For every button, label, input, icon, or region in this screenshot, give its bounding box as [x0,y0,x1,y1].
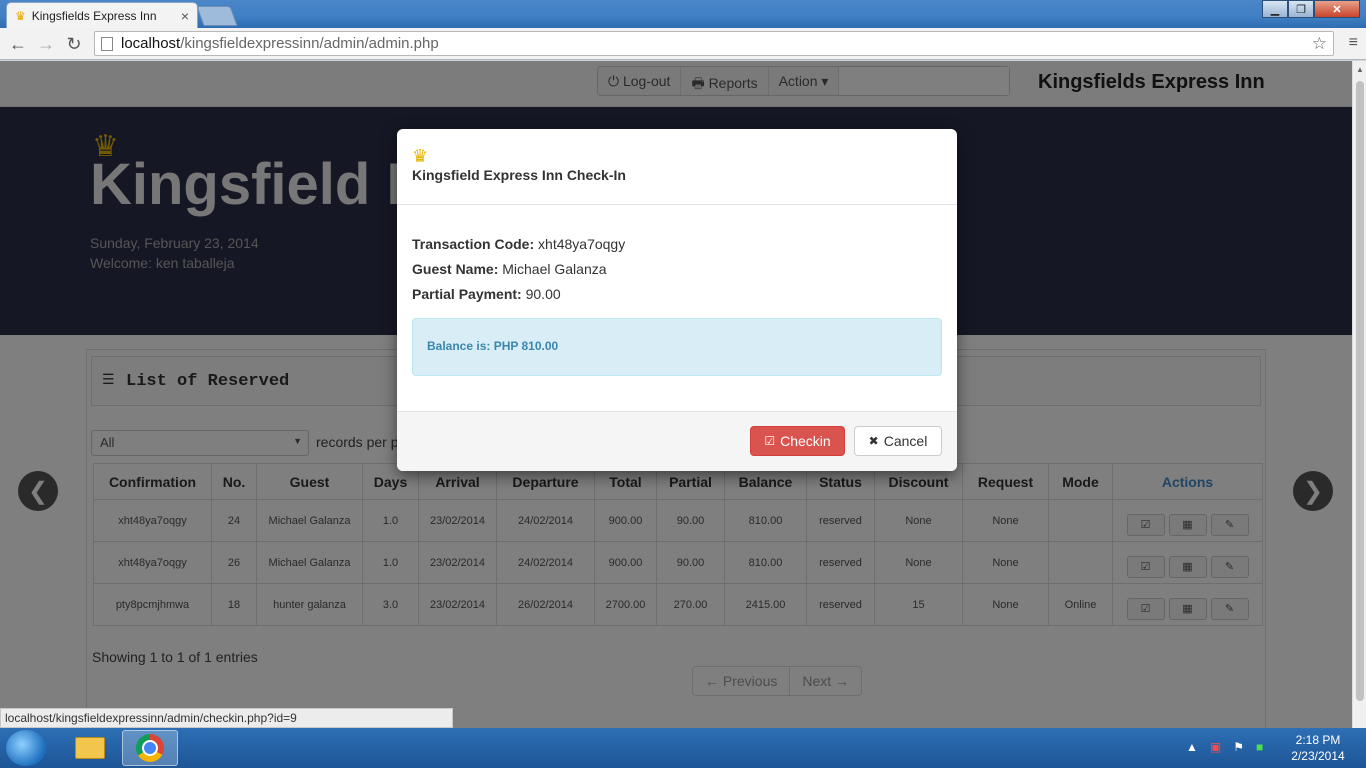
minimize-button[interactable]: ▁ [1262,0,1288,18]
maximize-button[interactable]: ❐ [1288,0,1314,18]
windows-taskbar: ▲ ▣ ⚑ ■ 2:18 PM 2/23/2014 [0,728,1366,768]
chrome-icon [136,734,164,762]
window-close-button[interactable]: ✕ [1314,0,1360,18]
web-page: ⏻ Log-out 🖶 Reports Action ▾ Kingsfields… [0,61,1352,728]
clock-date: 2/23/2014 [1291,749,1345,763]
window-controls: ▁ ❐ ✕ [1262,0,1360,18]
page-icon [101,36,113,51]
network-alert-icon[interactable]: ▣ [1210,740,1221,754]
browser-toolbar: ← → ↻ localhost /kingsfieldexpressinn/ad… [0,28,1366,60]
transaction-code-label: Transaction Code: [412,236,535,252]
taskbar-clock[interactable]: 2:18 PM 2/23/2014 [1282,732,1354,764]
system-tray: ▲ ▣ ⚑ ■ [1186,740,1263,754]
explorer-taskbar-button[interactable] [62,730,118,766]
guest-name-label: Guest Name: [412,261,499,277]
browser-tab[interactable]: ♛ Kingsfields Express Inn × [6,2,198,28]
cancel-label: Cancel [883,433,928,449]
check-square-icon: ☑ [764,434,776,448]
close-icon: ✖ [868,434,879,448]
new-tab-button[interactable] [196,6,238,26]
status-bar: localhost/kingsfieldexpressinn/admin/che… [0,708,453,728]
url-host: localhost [121,35,181,52]
partial-payment-value: 90.00 [525,286,561,302]
crown-favicon-icon: ♛ [15,8,26,23]
tab-title: Kingsfields Express Inn [31,8,157,23]
partial-payment-row: Partial Payment: 90.00 [412,286,561,302]
browser-menu-icon[interactable]: ≡ [1349,34,1358,52]
transaction-code-row: Transaction Code: xht48ya7oqgy [412,236,625,252]
page-scrollbar[interactable]: ▲ [1352,61,1366,728]
address-bar[interactable]: localhost /kingsfieldexpressinn/admin/ad… [94,31,1334,56]
modal-footer: ☑ Checkin ✖ Cancel [397,411,957,471]
guest-name-row: Guest Name: Michael Galanza [412,261,607,277]
flag-icon[interactable]: ⚑ [1233,740,1244,754]
start-button[interactable] [6,730,46,766]
modal-title: Kingsfield Express Inn Check-In [412,167,626,183]
clock-time: 2:18 PM [1295,733,1341,747]
tray-expand-icon[interactable]: ▲ [1186,740,1198,754]
crown-icon: ♛ [412,146,429,166]
url-path: /kingsfieldexpressinn/admin/admin.php [180,35,439,52]
cancel-button[interactable]: ✖ Cancel [854,426,942,456]
chrome-taskbar-button[interactable] [122,730,178,766]
scroll-up-icon[interactable]: ▲ [1356,65,1364,74]
partial-payment-label: Partial Payment: [412,286,522,302]
browser-titlebar: ♛ Kingsfields Express Inn × ▁ ❐ ✕ [0,0,1366,28]
reload-icon[interactable]: ↻ [62,32,86,56]
back-arrow-icon[interactable]: ← [6,32,30,56]
folder-icon [75,737,105,759]
checkin-modal: ♛ Kingsfield Express Inn Check-In Transa… [397,129,957,471]
forward-arrow-icon[interactable]: → [34,32,58,56]
transaction-code-value: xht48ya7oqgy [538,236,626,252]
app-tray-icon[interactable]: ■ [1256,740,1263,754]
guest-name-value: Michael Galanza [502,261,607,277]
balance-alert: Balance is: PHP 810.00 [412,318,942,376]
tab-close-icon[interactable]: × [181,8,189,24]
bookmark-star-icon[interactable]: ☆ [1312,34,1327,54]
modal-header: ♛ Kingsfield Express Inn Check-In [397,129,957,205]
checkin-label: Checkin [780,433,831,449]
scrollbar-thumb[interactable] [1356,81,1364,701]
checkin-button[interactable]: ☑ Checkin [750,426,845,456]
